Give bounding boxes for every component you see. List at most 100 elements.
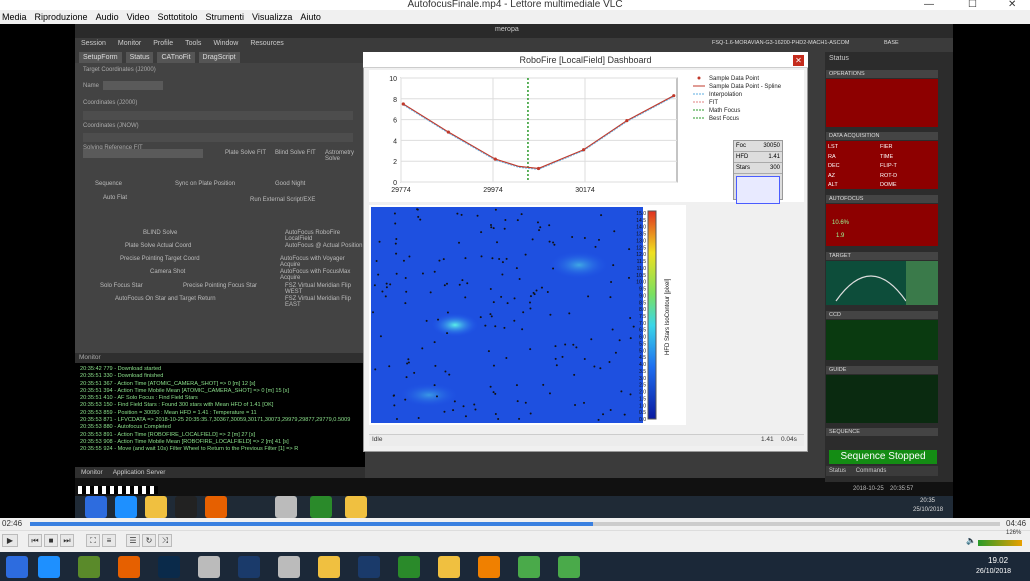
star-marker	[548, 240, 551, 243]
solving-ref-input[interactable]	[83, 149, 203, 158]
prev-icon[interactable]: ⏮	[28, 534, 42, 547]
blind-solve-button[interactable]: BLIND Solve	[143, 230, 177, 236]
app-x-icon[interactable]	[175, 496, 197, 518]
phd-icon[interactable]	[310, 496, 332, 518]
menu-media[interactable]: Media	[2, 10, 27, 24]
app-menu-tools[interactable]: Tools	[185, 38, 201, 50]
tab-status[interactable]: Status	[125, 52, 154, 63]
dashboard-close-icon[interactable]: ✕	[793, 55, 804, 66]
fullscreen-icon[interactable]: ⛶	[86, 534, 100, 547]
tab-setupform[interactable]: SetupForm	[79, 52, 122, 63]
precise-pointing-focus-button[interactable]: Precise Pointing Focus Star	[183, 283, 257, 289]
star-marker	[474, 408, 477, 411]
menu-sottotitolo[interactable]: Sottotitolo	[157, 10, 197, 24]
windows-start-icon[interactable]	[85, 496, 107, 518]
autofocus-star-return-button[interactable]: AutoFocus On Star and Target Return	[115, 296, 216, 302]
menu-visualizza[interactable]: Visualizza	[252, 10, 292, 24]
seek-track[interactable]	[30, 522, 1000, 526]
os-clock: 19.02	[988, 556, 1009, 565]
tab-status-right[interactable]: Status	[829, 468, 846, 474]
menu-riproduzione[interactable]: Riproduzione	[35, 10, 88, 24]
y-tick-label: 6	[393, 118, 397, 125]
plate-solve-actual-button[interactable]: Plate Solve Actual Coord	[125, 243, 191, 249]
tab-dragscript[interactable]: DragScript	[198, 52, 240, 63]
coords-jnow-row[interactable]	[83, 133, 353, 142]
meridian-flip-west-button[interactable]: FSZ Virtual Meridian Flip WEST	[285, 283, 365, 295]
star-marker	[388, 365, 391, 368]
cdc-icon[interactable]	[518, 556, 540, 578]
monitor-log[interactable]: 20:35:42 779 - Download started 20:35:51…	[75, 363, 365, 467]
blind-solve-fit-button[interactable]: Blind Solve FIT	[275, 150, 316, 156]
star-marker	[464, 296, 467, 299]
next-icon[interactable]: ⏭	[60, 534, 74, 547]
autofocus-focusmax-button[interactable]: AutoFocus with FocusMax Acquire	[280, 269, 365, 281]
tab-commands[interactable]: Commands	[856, 468, 887, 474]
run-external-script-button[interactable]: Run External Script/EXE	[250, 197, 315, 203]
loop-icon[interactable]: ↻	[142, 534, 156, 547]
good-night-button[interactable]: Good Night	[275, 181, 305, 187]
folder-icon[interactable]	[318, 556, 340, 578]
sequence-status-badge: Sequence Stopped	[829, 450, 937, 464]
vlc-icon[interactable]	[478, 556, 500, 578]
close-icon[interactable]: ✕	[1008, 0, 1016, 10]
voyager-icon[interactable]	[275, 496, 297, 518]
colorbar-tick: 5.5	[639, 341, 646, 347]
app-menu-monitor[interactable]: Monitor	[118, 38, 141, 50]
astro-icon[interactable]	[238, 556, 260, 578]
cdc2-icon[interactable]	[558, 556, 580, 578]
menu-aiuto[interactable]: Aiuto	[300, 10, 321, 24]
astro2-icon[interactable]	[438, 556, 460, 578]
acq-ra: RA	[828, 153, 836, 160]
shuffle-icon[interactable]: ⤨	[158, 534, 172, 547]
meridian-flip-east-button[interactable]: FSZ Virtual Meridian Flip EAST	[285, 296, 365, 308]
precise-pointing-target-button[interactable]: Precise Pointing Target Coord	[120, 256, 200, 262]
autofocus-voyager-button[interactable]: AutoFocus with Voyager Acquire	[280, 256, 365, 268]
star-marker	[618, 339, 621, 342]
phd-icon[interactable]	[398, 556, 420, 578]
autofocus-robofire-button[interactable]: AutoFocus RoboFire LocalField	[285, 230, 365, 242]
grid-icon[interactable]	[358, 556, 380, 578]
maximize-icon[interactable]: ☐	[968, 0, 977, 10]
star-marker	[395, 237, 398, 240]
firefox-icon[interactable]	[205, 496, 227, 518]
edge-icon[interactable]	[38, 556, 60, 578]
tab-monitor[interactable]: Monitor	[81, 467, 103, 478]
menu-strumenti[interactable]: Strumenti	[205, 10, 244, 24]
folder-icon[interactable]	[145, 496, 167, 518]
firefox-icon[interactable]	[118, 556, 140, 578]
plate-solve-fit-button[interactable]: Plate Solve FIT	[225, 150, 266, 156]
star-marker	[384, 295, 387, 298]
camera-shot-button[interactable]: Camera Shot	[150, 269, 185, 275]
app-chart-icon[interactable]	[78, 556, 100, 578]
voyager-icon[interactable]	[198, 556, 220, 578]
menu-video[interactable]: Video	[127, 10, 150, 24]
files-icon[interactable]	[345, 496, 367, 518]
play-icon[interactable]: ▶	[2, 534, 18, 547]
volume-slider[interactable]	[978, 540, 1022, 546]
edge-icon[interactable]	[115, 496, 137, 518]
playlist-icon[interactable]: ☰	[126, 534, 140, 547]
minimize-icon[interactable]: —	[924, 0, 934, 10]
app-menu-profile[interactable]: Profile	[153, 38, 173, 50]
app-menu-window[interactable]: Window	[213, 38, 238, 50]
start-icon[interactable]	[6, 556, 28, 578]
sequence-button[interactable]: Sequence	[95, 181, 122, 187]
tab-application-server[interactable]: Application Server	[113, 467, 166, 478]
app-menu-session[interactable]: Session	[81, 38, 106, 50]
solo-focus-star-button[interactable]: Solo Focus Star	[100, 283, 143, 289]
coords-j2000-row[interactable]	[83, 111, 353, 120]
target-name-input[interactable]	[103, 81, 163, 90]
extended-settings-icon[interactable]: ≡	[102, 534, 116, 547]
stop-icon[interactable]: ■	[44, 534, 58, 547]
voyager2-icon[interactable]	[278, 556, 300, 578]
photoshop-icon[interactable]	[158, 556, 180, 578]
auto-flat-button[interactable]: Auto Flat	[103, 195, 127, 201]
tab-catnofit[interactable]: CATnoFit	[157, 52, 195, 63]
app-menu-resources[interactable]: Resources	[250, 38, 283, 50]
dashboard-state: Idle	[372, 436, 383, 443]
volume-icon[interactable]: 🔈	[966, 536, 976, 545]
menu-audio[interactable]: Audio	[96, 10, 119, 24]
sync-plate-button[interactable]: Sync on Plate Position	[175, 181, 235, 187]
astrometry-solve-button[interactable]: Astrometry Solve	[325, 150, 365, 162]
autofocus-actual-button[interactable]: AutoFocus @ Actual Position	[285, 243, 362, 249]
